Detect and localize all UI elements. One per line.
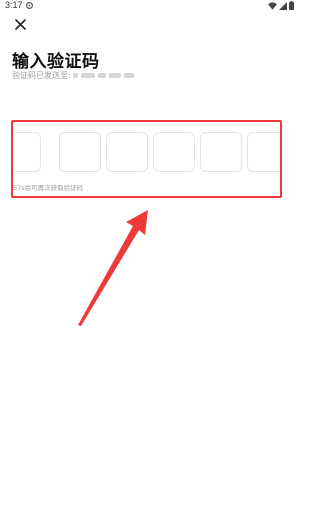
wifi-icon	[268, 1, 277, 10]
status-bar: 3:17	[0, 0, 300, 12]
resend-countdown: 57s后可再次获取验证码	[13, 184, 84, 192]
page-title: 输入验证码	[12, 52, 100, 72]
code-digit-box-1[interactable]	[14, 132, 41, 172]
code-digit-box-4[interactable]	[153, 132, 195, 172]
code-digit-box-6[interactable]	[247, 132, 282, 172]
code-digit-box-3[interactable]	[106, 132, 148, 172]
status-icons	[268, 1, 294, 10]
close-icon	[14, 18, 26, 30]
masked-phone-number	[72, 71, 135, 80]
status-time: 3:17	[5, 0, 23, 10]
code-digit-box-2[interactable]	[59, 132, 101, 172]
sent-to-label: 验证码已发送至:	[12, 71, 71, 80]
code-digit-box-5[interactable]	[200, 132, 242, 172]
sent-to-row: 验证码已发送至:	[12, 70, 135, 81]
verification-code-input[interactable]	[14, 132, 282, 172]
settings-icon	[26, 2, 33, 9]
battery-icon	[289, 1, 294, 10]
close-button[interactable]	[10, 14, 30, 34]
signal-icon	[279, 1, 287, 10]
